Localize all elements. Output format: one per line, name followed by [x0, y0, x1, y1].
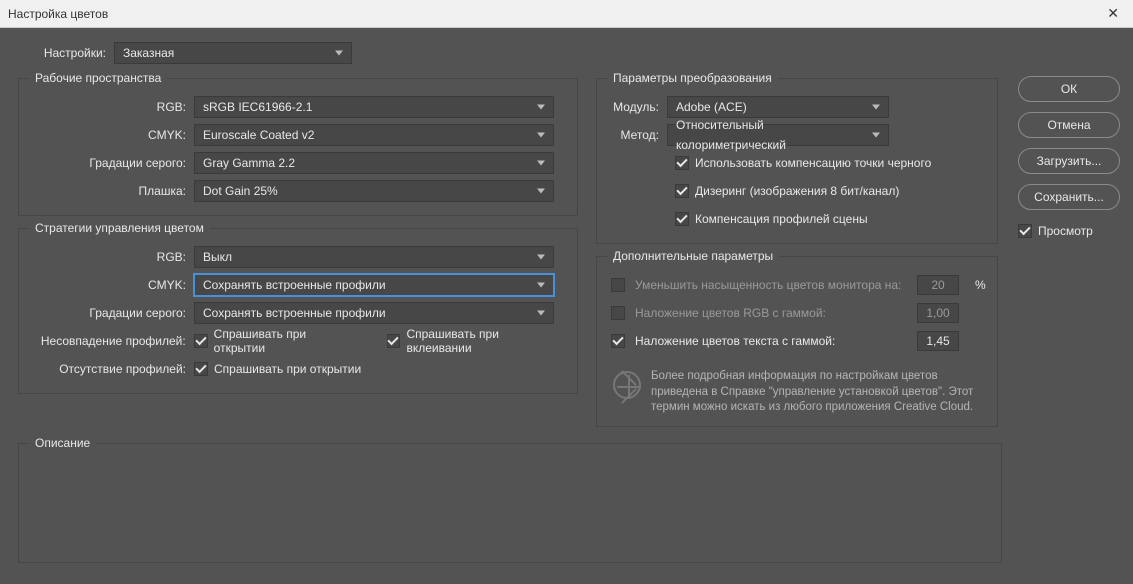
policy-rgb-label: RGB:	[29, 250, 194, 264]
description-legend: Описание	[29, 436, 96, 450]
ok-button[interactable]: ОК	[1018, 76, 1120, 102]
check-icon	[387, 334, 401, 348]
check-icon	[194, 362, 208, 376]
blend-rgb-input[interactable]: 1,00	[917, 303, 959, 323]
window-title: Настройка цветов	[8, 7, 108, 21]
check-icon	[675, 184, 689, 198]
intent-select[interactable]: Относительный колориметрический	[667, 124, 889, 146]
check-icon	[194, 334, 208, 348]
workspaces-legend: Рабочие пространства	[29, 71, 167, 85]
advanced-legend: Дополнительные параметры	[607, 249, 779, 263]
blend-text-input[interactable]: 1,45	[917, 331, 959, 351]
desaturate-input[interactable]: 20	[917, 275, 959, 295]
workspace-rgb-select[interactable]: sRGB IEC61966-2.1	[194, 96, 554, 118]
check-icon	[611, 306, 625, 320]
check-icon	[675, 212, 689, 226]
dither-checkbox[interactable]: Дизеринг (изображения 8 бит/канал)	[675, 184, 899, 198]
conversion-fieldset: Параметры преобразования Модуль: Adobe (…	[596, 78, 998, 244]
load-button[interactable]: Загрузить...	[1018, 148, 1120, 174]
policy-gray-select[interactable]: Сохранять встроенные профили	[194, 302, 554, 324]
check-icon	[611, 334, 625, 348]
advanced-info-text: Более подробная информация по настройкам…	[651, 369, 987, 416]
policy-gray-label: Градации серого:	[29, 306, 194, 320]
desaturate-checkbox[interactable]	[611, 278, 625, 292]
rgb-label: RGB:	[29, 100, 194, 114]
conversion-legend: Параметры преобразования	[607, 71, 778, 85]
policies-legend: Стратегии управления цветом	[29, 221, 210, 235]
intent-label: Метод:	[607, 128, 667, 142]
check-icon	[1018, 224, 1032, 238]
check-icon	[611, 278, 625, 292]
advanced-fieldset: Дополнительные параметры Уменьшить насыщ…	[596, 256, 998, 427]
blend-rgb-label: Наложение цветов RGB с гаммой:	[635, 306, 907, 320]
save-button[interactable]: Сохранить...	[1018, 184, 1120, 210]
color-wheel-icon	[613, 371, 641, 399]
engine-label: Модуль:	[607, 100, 667, 114]
settings-label: Настройки:	[18, 46, 114, 60]
workspace-gray-select[interactable]: Gray Gamma 2.2	[194, 152, 554, 174]
dialog-body: Настройки: Заказная Рабочие пространства…	[0, 28, 1133, 584]
bpc-checkbox[interactable]: Использовать компенсацию точки черного	[675, 156, 931, 170]
spot-label: Плашка:	[29, 184, 194, 198]
gray-label: Градации серого:	[29, 156, 194, 170]
policy-cmyk-select[interactable]: Сохранять встроенные профили	[194, 274, 554, 296]
description-fieldset: Описание	[18, 443, 1002, 563]
mismatch-ask-open-checkbox[interactable]: Спрашивать при открытии	[194, 327, 361, 355]
workspaces-fieldset: Рабочие пространства RGB: sRGB IEC61966-…	[18, 78, 578, 216]
policies-fieldset: Стратегии управления цветом RGB: Выкл CM…	[18, 228, 578, 394]
blend-text-label: Наложение цветов текста с гаммой:	[635, 334, 907, 348]
missing-ask-open-checkbox[interactable]: Спрашивать при открытии	[194, 362, 361, 376]
mismatch-ask-paste-checkbox[interactable]: Спрашивать при вклеивании	[387, 327, 568, 355]
check-icon	[675, 156, 689, 170]
mismatch-label: Несовпадение профилей:	[29, 334, 194, 348]
policy-rgb-select[interactable]: Выкл	[194, 246, 554, 268]
percent-sign: %	[975, 278, 986, 292]
close-icon[interactable]: ✕	[1101, 3, 1125, 24]
blend-text-checkbox[interactable]	[611, 334, 625, 348]
policy-cmyk-label: CMYK:	[29, 278, 194, 292]
cancel-button[interactable]: Отмена	[1018, 112, 1120, 138]
scene-checkbox[interactable]: Компенсация профилей сцены	[675, 212, 868, 226]
settings-select[interactable]: Заказная	[114, 42, 352, 64]
blend-rgb-checkbox[interactable]	[611, 306, 625, 320]
missing-label: Отсутствие профилей:	[29, 362, 194, 376]
workspace-spot-select[interactable]: Dot Gain 25%	[194, 180, 554, 202]
titlebar: Настройка цветов ✕	[0, 0, 1133, 28]
workspace-cmyk-select[interactable]: Euroscale Coated v2	[194, 124, 554, 146]
cmyk-label: CMYK:	[29, 128, 194, 142]
desaturate-label: Уменьшить насыщенность цветов монитора н…	[635, 278, 907, 292]
preview-checkbox[interactable]: Просмотр	[1018, 224, 1093, 238]
